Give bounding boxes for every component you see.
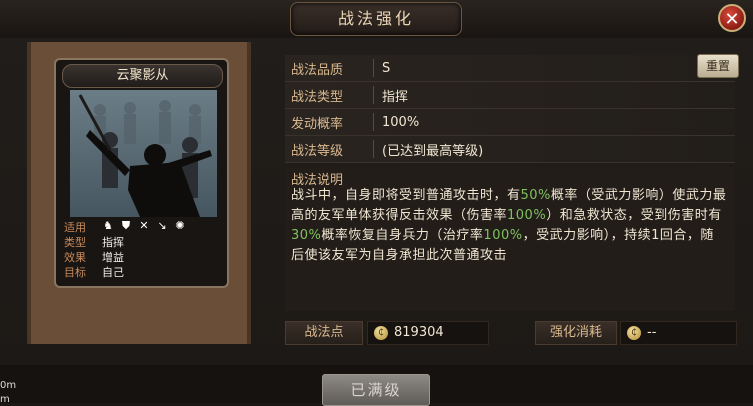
attr-label: 战法等级 [291, 143, 344, 159]
attr-label: 发动概率 [291, 116, 344, 132]
tactic-points-label: 战法点 [285, 321, 363, 345]
description-text: 战斗中，自身即将受到普通攻击时，有50%概率（受武力影响）使武力最高的友军单体获… [291, 186, 727, 266]
attribute-table: 战法品质 S 战法类型 指挥 发动概率 100% 战法等级 (已达到最高等级) [285, 55, 735, 163]
max-level-button[interactable]: 已满级 [322, 374, 430, 406]
window-title: 战法强化 [290, 2, 462, 36]
divider [373, 140, 374, 158]
shield-icon: ⛊ [121, 219, 131, 232]
attr-row-quality: 战法品质 S [285, 55, 735, 82]
attr-row-probability: 发动概率 100% [285, 109, 735, 136]
card-info: 适用 ♞ ⛊ ✕ ↘ ✺ 类型 指挥 效果 增益 目标 自己 [60, 220, 225, 280]
desc-part: ）和急救状态，受到伤害时有 [546, 208, 722, 223]
card-target-value: 自己 [102, 266, 124, 279]
suitable-units: ♞ ⛊ ✕ ↘ ✺ [102, 220, 186, 235]
divider [373, 86, 374, 104]
upgrade-cost-number: -- [647, 325, 657, 340]
chariot-icon: ✺ [175, 219, 185, 232]
desc-part: 战斗中，自身即将受到普通攻击时，有 [291, 188, 521, 203]
coin-icon: ₵ [374, 325, 388, 340]
tactic-card: 云聚影从 适用 ♞ ⛊ ✕ ↘ ✺ 类型 指挥 效果 增益 目标 自己 [54, 58, 229, 288]
desc-highlight: 100% [483, 228, 523, 243]
close-icon[interactable]: ✕ [718, 4, 746, 32]
points-row: 战法点 ₵ 819304 强化消耗 ₵ -- [285, 321, 737, 345]
attr-value: 100% [382, 114, 420, 130]
tactic-points-value: ₵ 819304 [367, 321, 489, 345]
card-effect-label: 效果 [64, 251, 86, 264]
upgrade-cost-label: 强化消耗 [535, 321, 617, 345]
card-type-value: 指挥 [102, 236, 124, 249]
attr-value: 指挥 [382, 89, 409, 105]
coin-icon: ₵ [627, 325, 641, 340]
card-suitable-label: 适用 [64, 221, 86, 234]
cavalry-icon: ♞ [103, 219, 113, 232]
bow-icon: ✕ [139, 219, 149, 232]
attr-label: 战法类型 [291, 89, 344, 105]
attr-row-level: 战法等级 (已达到最高等级) [285, 136, 735, 163]
title-bar: 战法强化 ✕ [0, 0, 753, 39]
card-type-label: 类型 [64, 236, 86, 249]
side-label: 0m [0, 380, 17, 391]
card-target-label: 目标 [64, 266, 86, 279]
spear-icon: ↘ [157, 219, 167, 232]
desc-part: 概率恢复自身兵力（治疗率 [321, 228, 484, 243]
description-panel: 战法说明 战斗中，自身即将受到普通攻击时，有50%概率（受武力影响）使武力最高的… [285, 167, 735, 311]
card-effect-value: 增益 [102, 251, 124, 264]
divider [373, 113, 374, 131]
desc-highlight: 100% [507, 208, 547, 223]
attr-value: (已达到最高等级) [382, 143, 484, 159]
reset-button[interactable]: 重置 [697, 54, 739, 78]
attr-value: S [382, 60, 391, 76]
card-artwork [70, 90, 217, 217]
tactic-points-number: 819304 [394, 325, 444, 340]
side-label: m [0, 394, 10, 405]
card-name: 云聚影从 [62, 64, 223, 88]
attr-row-type: 战法类型 指挥 [285, 82, 735, 109]
attr-label: 战法品质 [291, 62, 344, 78]
divider [373, 59, 374, 77]
upgrade-cost-value: ₵ -- [620, 321, 737, 345]
desc-highlight: 50% [520, 188, 551, 203]
desc-highlight: 30% [291, 228, 322, 243]
